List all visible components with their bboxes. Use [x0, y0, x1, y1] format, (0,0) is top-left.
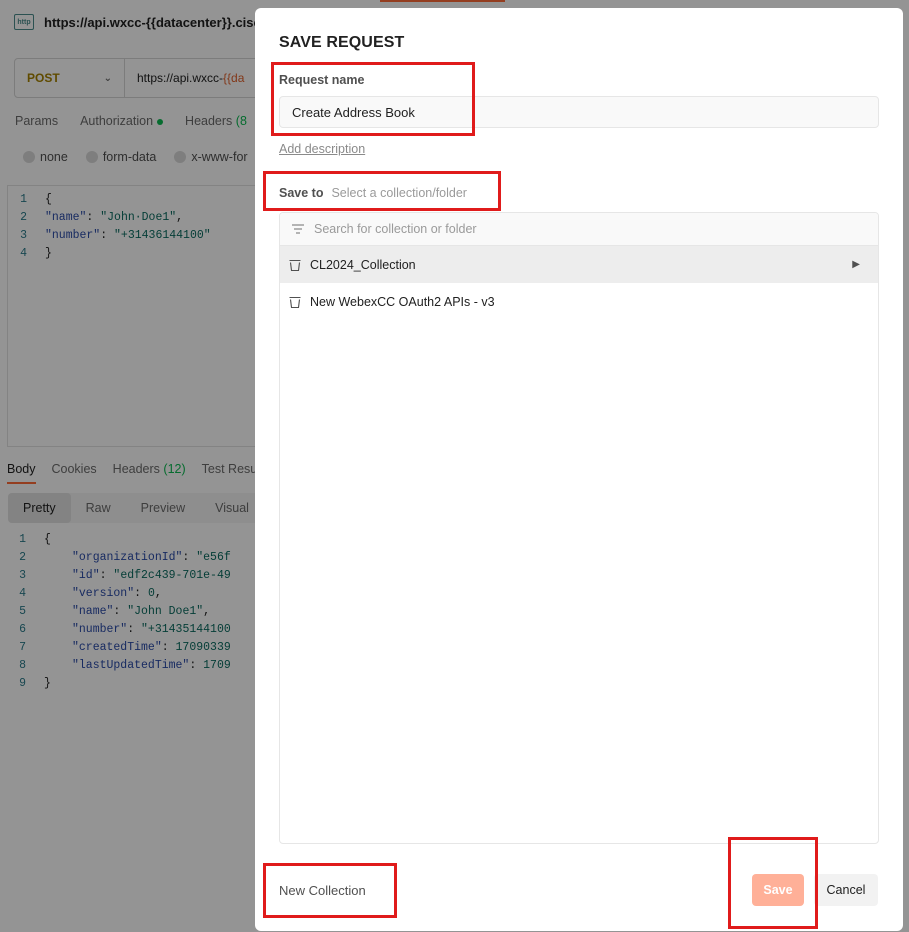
new-collection-button[interactable]: New Collection — [279, 883, 366, 898]
save-request-dialog: SAVE REQUEST Request name Add descriptio… — [255, 8, 903, 931]
collection-item[interactable]: CL2024_Collection ▶ — [280, 246, 878, 283]
collection-item-label: New WebexCC OAuth2 APIs - v3 — [310, 294, 495, 309]
request-name-input[interactable] — [279, 96, 879, 128]
collection-icon — [289, 259, 301, 271]
save-button[interactable]: Save — [752, 874, 804, 906]
collection-picker: CL2024_Collection ▶ New WebexCC OAuth2 A… — [279, 212, 879, 844]
cancel-button[interactable]: Cancel — [814, 874, 878, 906]
collection-search-input[interactable] — [314, 222, 834, 236]
save-to-row: Save to Select a collection/folder — [279, 186, 467, 200]
save-to-path: Select a collection/folder — [331, 186, 467, 200]
request-name-label: Request name — [279, 73, 365, 87]
collection-search — [280, 213, 878, 246]
save-to-label: Save to — [279, 186, 324, 200]
dialog-title: SAVE REQUEST — [279, 34, 405, 51]
collection-item-label: CL2024_Collection — [310, 257, 416, 272]
collection-icon — [289, 296, 301, 308]
filter-icon — [292, 224, 304, 234]
chevron-right-icon[interactable]: ▶ — [852, 259, 860, 270]
add-description-link[interactable]: Add description — [279, 142, 365, 156]
collection-item[interactable]: New WebexCC OAuth2 APIs - v3 — [280, 283, 878, 320]
